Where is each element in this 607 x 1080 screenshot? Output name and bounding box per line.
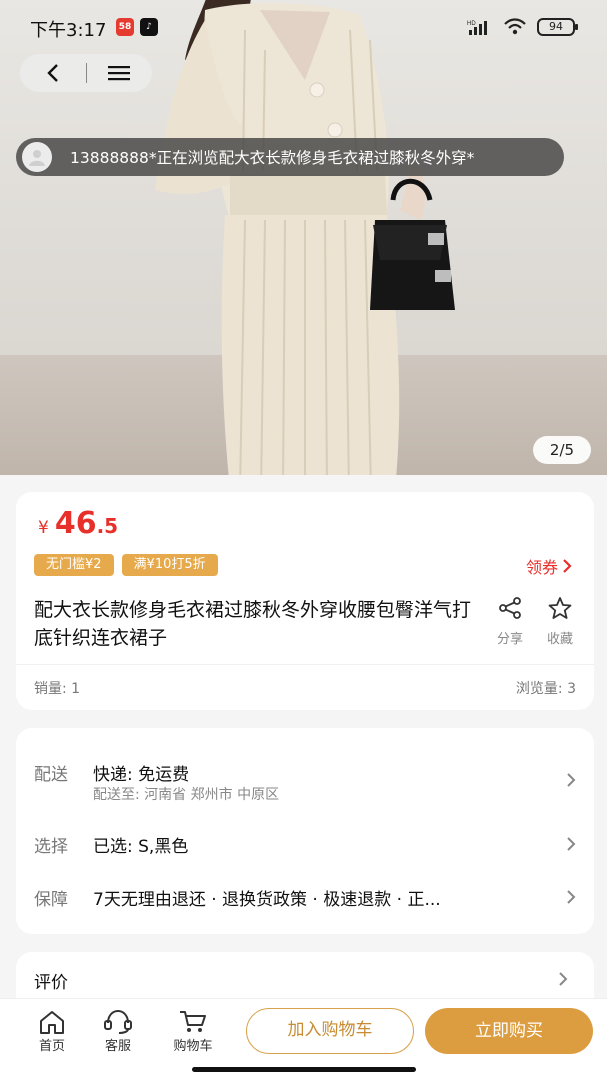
share-label: 分享 xyxy=(496,632,523,647)
select-spec-row[interactable]: 选择 已选: S,黑色 xyxy=(34,832,576,858)
home-indicator[interactable] xyxy=(192,1067,416,1072)
product-title: 配大衣长款修身毛衣裙过膝秋冬外穿收腰包臀洋气打底针织连衣裙子 xyxy=(34,599,472,649)
promo-tag: 满¥10打5折 xyxy=(121,554,218,576)
chevron-right-icon xyxy=(567,890,576,904)
customer-service-label: 客服 xyxy=(104,1039,131,1054)
star-icon xyxy=(548,597,572,619)
nav-pill xyxy=(20,54,152,92)
guarantee-value: 7天无理由退还 · 退换货政策 · 极速退款 · 正... xyxy=(93,890,441,910)
home-icon xyxy=(40,1011,64,1034)
select-key: 选择 xyxy=(34,837,68,857)
add-to-cart-button[interactable]: 加入购物车 xyxy=(246,1008,414,1054)
promo-tag: 无门槛¥2 xyxy=(34,554,114,576)
coupon-label: 领券 xyxy=(525,558,558,577)
get-coupon-link[interactable]: 领券 xyxy=(526,554,572,578)
delivery-row[interactable]: 配送 快递: 免运费 配送至: 河南省 郑州市 中原区 xyxy=(34,760,576,810)
sales-count: 销量: 1 xyxy=(34,681,81,697)
cart-tab[interactable]: 购物车 xyxy=(163,1009,223,1054)
promo-tags: 无门槛¥2 满¥10打5折 xyxy=(34,554,218,576)
status-time: 下午3:17 xyxy=(30,20,107,41)
user-icon xyxy=(29,150,45,166)
favorite-button[interactable]: 收藏 xyxy=(540,596,580,647)
cellular-signal-icon: HD xyxy=(467,21,487,35)
product-price: ¥ 46 .5 xyxy=(38,506,118,541)
chevron-right-icon xyxy=(563,559,572,573)
status-bar: 下午3:17 58 ♪ HD 94 xyxy=(0,0,607,56)
product-info-card: ¥ 46 .5 无门槛¥2 满¥10打5折 领券 配大衣长款修身毛衣裙过膝秋冬外… xyxy=(16,492,594,710)
status-indicators: HD 94 xyxy=(467,18,578,36)
product-details-card: 配送 快递: 免运费 配送至: 河南省 郑州市 中原区 选择 已选: S,黑色 … xyxy=(16,728,594,934)
price-currency: ¥ xyxy=(38,518,49,538)
delivery-address: 配送至: 河南省 郑州市 中原区 xyxy=(93,787,280,803)
guarantee-row[interactable]: 保障 7天无理由退还 · 退换货政策 · 极速退款 · 正... xyxy=(34,885,576,911)
price-decimal: .5 xyxy=(96,514,119,538)
headset-icon xyxy=(104,1009,132,1034)
avatar xyxy=(22,142,52,172)
browsing-notification-text: 13888888*正在浏览配大衣长款修身毛衣裙过膝秋冬外穿* xyxy=(70,149,475,167)
share-icon xyxy=(499,597,521,619)
chevron-right-icon xyxy=(567,837,576,851)
guarantee-key: 保障 xyxy=(34,890,68,910)
buy-now-button[interactable]: 立即购买 xyxy=(425,1008,593,1054)
chevron-left-icon xyxy=(47,64,58,82)
tiktok-icon: ♪ xyxy=(140,18,158,36)
cart-icon xyxy=(180,1011,206,1032)
cart-label: 购物车 xyxy=(173,1039,213,1054)
58-app-icon: 58 xyxy=(116,18,134,36)
view-count: 浏览量: 3 xyxy=(515,681,576,697)
gallery-pager: 2/5 xyxy=(533,436,591,464)
chevron-right-icon xyxy=(559,972,568,986)
select-value: 已选: S,黑色 xyxy=(93,837,189,857)
wifi-icon xyxy=(504,18,526,35)
hamburger-menu-icon xyxy=(108,66,131,81)
reviews-label: 评价 xyxy=(34,973,68,993)
home-tab[interactable]: 首页 xyxy=(22,1009,82,1054)
chevron-right-icon xyxy=(567,773,576,787)
customer-service-tab[interactable]: 客服 xyxy=(88,1009,148,1054)
status-app-icons: 58 ♪ xyxy=(116,18,158,36)
price-integer: 46 xyxy=(54,506,97,541)
home-label: 首页 xyxy=(38,1039,65,1054)
menu-button[interactable] xyxy=(87,54,153,92)
divider xyxy=(16,664,594,665)
battery-indicator: 94 xyxy=(537,18,578,36)
favorite-label: 收藏 xyxy=(546,632,573,647)
browsing-notification: 13888888*正在浏览配大衣长款修身毛衣裙过膝秋冬外穿* xyxy=(16,138,564,176)
back-button[interactable] xyxy=(20,54,86,92)
delivery-key: 配送 xyxy=(34,765,68,785)
svg-text:HD: HD xyxy=(467,21,476,27)
delivery-value: 快递: 免运费 xyxy=(93,765,190,785)
share-button[interactable]: 分享 xyxy=(490,596,530,647)
